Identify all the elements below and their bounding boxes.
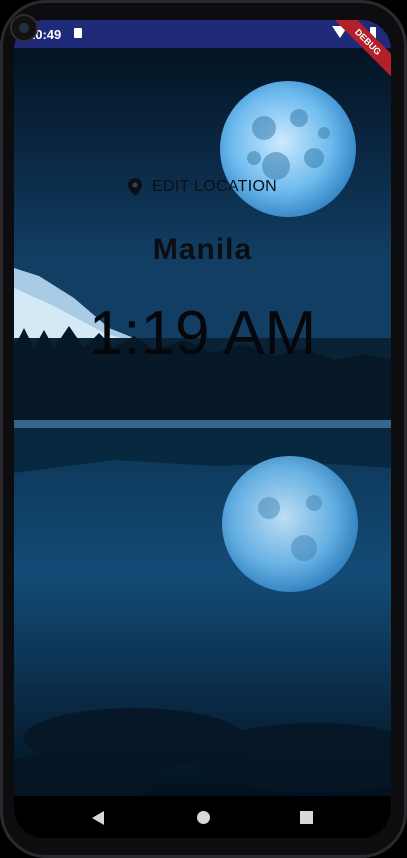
time-display: 1:19 AM	[88, 299, 317, 368]
edit-location-button[interactable]: EDIT LOCATION	[14, 178, 391, 196]
sd-card-icon	[74, 28, 82, 38]
recents-icon[interactable]	[300, 811, 313, 824]
phone-frame: 10:49 DEBUG EDIT LOCATION Manila 1:19 AM	[0, 0, 407, 858]
system-nav-bar	[14, 796, 391, 838]
status-bar: 10:49	[14, 20, 391, 48]
night-lake-background	[14, 48, 391, 796]
moon-reflection	[222, 456, 358, 592]
city-name: Manila	[152, 233, 253, 266]
app-screen: 10:49 DEBUG EDIT LOCATION Manila 1:19 AM	[14, 20, 391, 838]
moon	[220, 81, 356, 217]
edit-location-label: EDIT LOCATION	[151, 178, 278, 195]
location-pin-icon	[127, 178, 142, 196]
front-camera	[12, 16, 36, 40]
back-icon[interactable]	[92, 811, 104, 825]
home-icon[interactable]	[197, 811, 210, 824]
